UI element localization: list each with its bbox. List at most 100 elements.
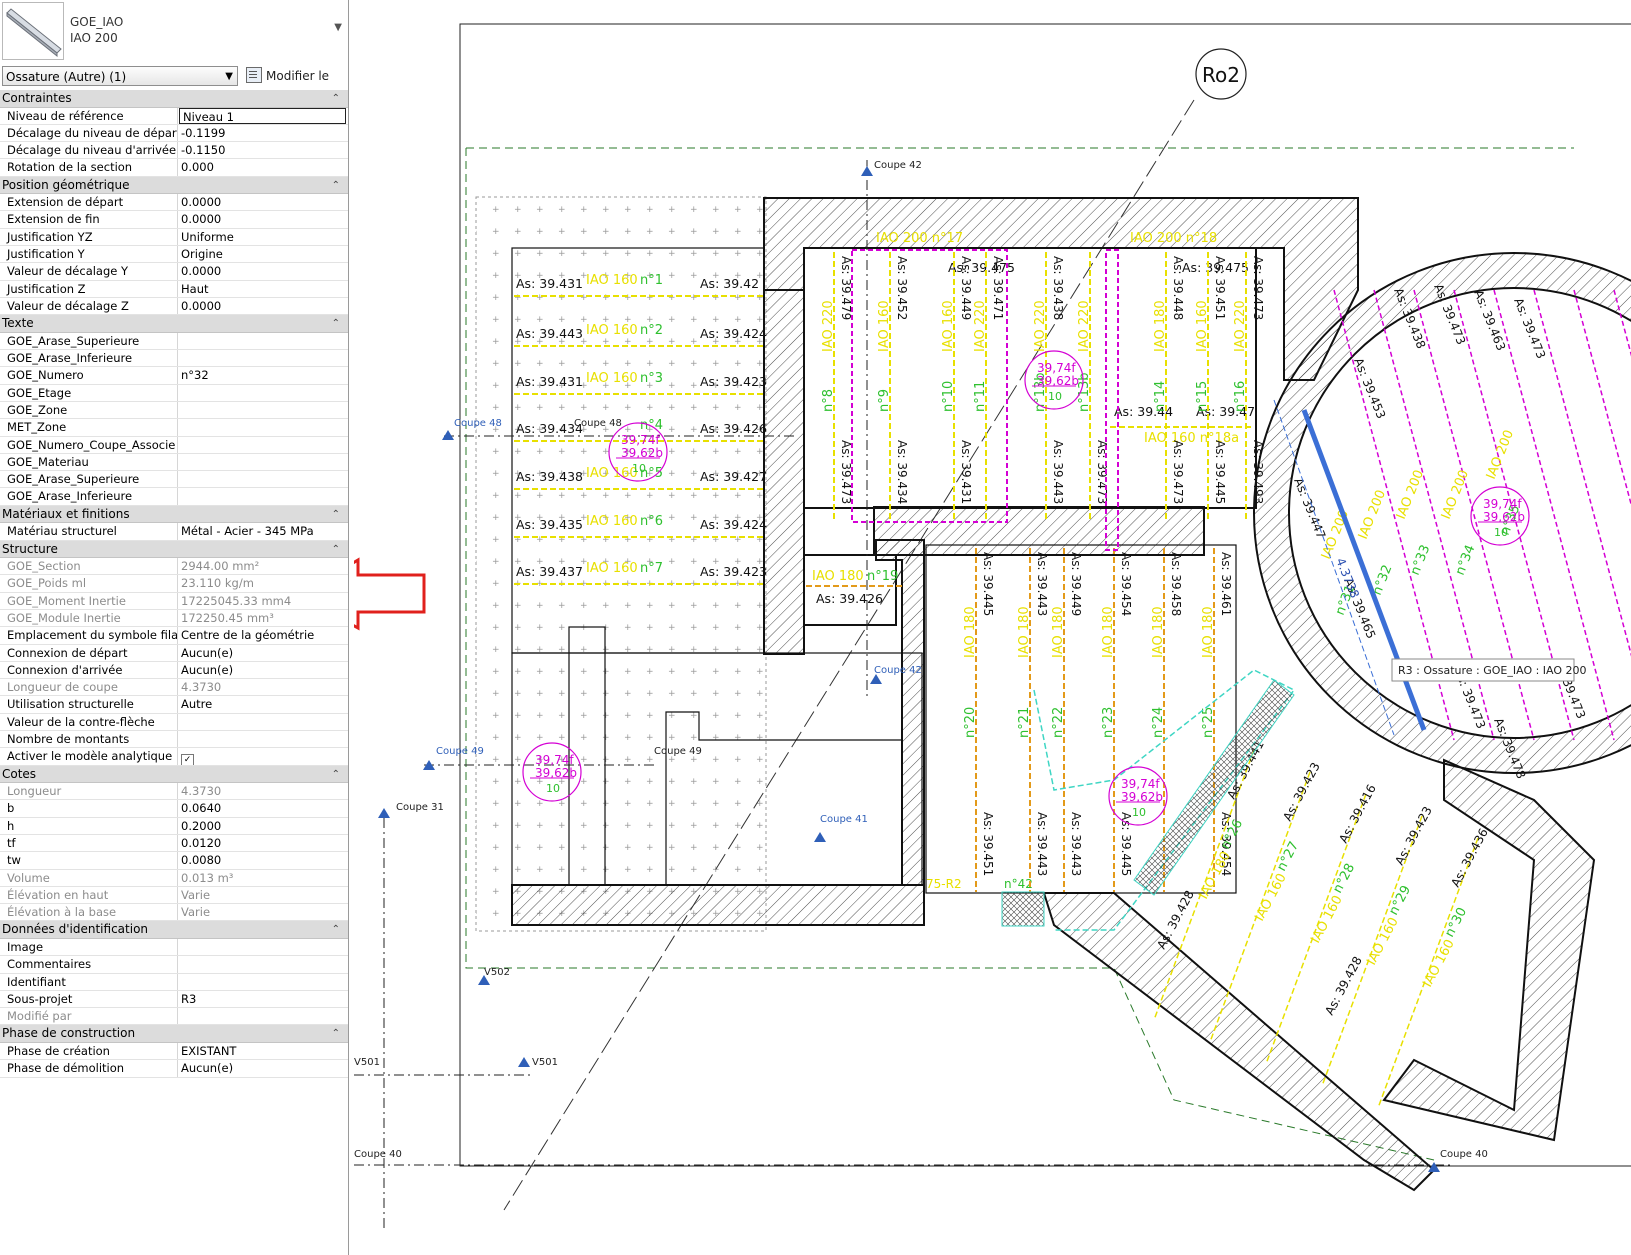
property-value[interactable]: Haut — [178, 281, 348, 297]
group-header[interactable]: Phase de construction ⌃ — [0, 1025, 348, 1043]
property-value[interactable]: 0.0080 — [178, 852, 348, 868]
group-header[interactable]: Texte ⌃ — [0, 315, 348, 333]
property-value[interactable]: Aucun(e) — [178, 645, 348, 661]
property-value[interactable] — [178, 454, 348, 470]
section-arrow-icon[interactable] — [861, 166, 873, 176]
property-value[interactable] — [178, 731, 348, 747]
property-value[interactable]: -0.1150 — [178, 142, 348, 158]
property-value: 172250.45 mm³ — [181, 610, 274, 625]
property-value[interactable]: 0.0000 — [178, 194, 348, 210]
collapse-icon[interactable]: ⌃ — [332, 766, 340, 783]
property-value[interactable]: Métal - Acier - 345 MPa — [178, 523, 348, 539]
group-header[interactable]: Cotes ⌃ — [0, 765, 348, 784]
property-value[interactable] — [178, 385, 348, 401]
group-title: Matériaux et finitions — [2, 506, 130, 521]
group-title: Données d'identification — [2, 922, 149, 937]
section-arrow-icon[interactable] — [378, 808, 390, 818]
collapse-icon[interactable]: ⌃ — [332, 541, 340, 558]
property-value[interactable] — [178, 939, 348, 955]
type-selector[interactable]: GOE_IAO IAO 200 ▼ — [0, 0, 348, 62]
property-row: GOE_Arase_Inferieure — [0, 350, 348, 368]
collapse-icon[interactable]: ⌃ — [332, 1025, 340, 1042]
instance-filter-label: Ossature (Autre) (1) — [6, 70, 127, 84]
section-arrow-icon[interactable] — [442, 430, 454, 440]
property-value[interactable] — [178, 402, 348, 418]
property-value[interactable] — [178, 488, 348, 504]
property-value[interactable]: Aucun(e) — [178, 662, 348, 678]
property-label: h — [0, 817, 178, 834]
property-value[interactable]: 0.2000 — [178, 818, 348, 834]
collapse-icon[interactable]: ⌃ — [332, 921, 340, 938]
property-value[interactable]: 0.0000 — [178, 263, 348, 279]
misc-label: 75-R2 — [926, 877, 962, 891]
joist-level-top: As: 39.454 — [1119, 552, 1133, 616]
property-value[interactable]: 0.0000 — [178, 211, 348, 227]
property-value[interactable]: 0.000 — [178, 159, 348, 175]
property-value[interactable]: -0.1199 — [178, 125, 348, 141]
property-row: Longueur de coupe 4.3730 — [0, 679, 348, 697]
property-value[interactable] — [178, 471, 348, 487]
edit-type-button[interactable]: Modifier le type — [246, 66, 348, 103]
property-label: Rotation de la section — [0, 159, 178, 176]
joist-level-bottom: As: 39.443 — [1051, 440, 1065, 504]
joist-level-bottom: As: 39.473 — [1171, 440, 1185, 504]
property-value[interactable] — [178, 956, 348, 972]
property-value[interactable] — [178, 350, 348, 366]
property-row: Extension de départ 0.0000 — [0, 194, 348, 212]
property-label: Décalage du niveau d'arrivée — [0, 142, 178, 159]
joist-type-label: IAO 220 — [1033, 300, 1048, 352]
property-value[interactable] — [178, 714, 348, 730]
collapse-icon[interactable]: ⌃ — [332, 177, 340, 194]
property-value[interactable]: R3 — [178, 991, 348, 1007]
property-label: GOE_Arase_Superieure — [0, 471, 178, 488]
property-value[interactable]: Centre de la géométrie — [178, 627, 348, 643]
property-value[interactable]: 0.0000 — [178, 298, 348, 314]
collapse-icon[interactable]: ⌃ — [332, 315, 340, 332]
property-value[interactable]: n°32 — [178, 367, 348, 383]
section-arrow-icon[interactable] — [814, 832, 826, 842]
property-row: Utilisation structurelle Autre — [0, 696, 348, 714]
group-header[interactable]: Position géométrique ⌃ — [0, 176, 348, 195]
property-value[interactable] — [178, 974, 348, 990]
property-value[interactable]: 0.0120 — [178, 835, 348, 851]
group-header[interactable]: Données d'identification ⌃ — [0, 921, 348, 939]
property-value[interactable]: Uniforme — [178, 229, 348, 245]
joist-number: n°19 — [867, 569, 898, 584]
property-row: Modifié par — [0, 1008, 348, 1026]
group-header[interactable]: Matériaux et finitions ⌃ — [0, 505, 348, 524]
section-arrow-icon[interactable] — [518, 1057, 530, 1067]
property-value[interactable]: Origine — [178, 246, 348, 262]
joist-type-label: IAO 160 — [1195, 300, 1210, 352]
property-checkbox-cell[interactable]: ✓ — [178, 748, 348, 765]
property-value[interactable] — [178, 419, 348, 435]
section-label: Coupe 42 — [874, 665, 922, 676]
property-label: Connexion de départ — [0, 644, 178, 661]
property-value[interactable]: Autre — [178, 696, 348, 712]
property-value[interactable] — [178, 333, 348, 349]
checkbox-checked-icon[interactable]: ✓ — [181, 754, 194, 765]
property-row: Justification Z Haut — [0, 280, 348, 298]
drawing-canvas[interactable]: + Ro2 As: 39.431IAO 160n°1As: 39.42As: 3… — [354, 0, 1631, 1255]
joist-number: n°16 — [1233, 381, 1248, 412]
property-value[interactable]: 0.0640 — [178, 800, 348, 816]
instance-filter-dropdown[interactable]: Ossature (Autre) (1) ▼ — [2, 66, 238, 86]
section-label: Coupe 48 — [454, 418, 502, 429]
section-label: Coupe 48 — [574, 418, 622, 429]
joist-level-bottom: As: 39.451 — [981, 812, 995, 876]
collapse-icon[interactable]: ⌃ — [332, 506, 340, 523]
group-header[interactable]: Contraintes ⌃ — [0, 90, 348, 108]
property-row: Connexion d'arrivée Aucun(e) — [0, 661, 348, 680]
group-header[interactable]: Structure ⌃ — [0, 540, 348, 559]
property-value[interactable] — [178, 437, 348, 453]
property-label: Décalage du niveau de départ — [0, 124, 178, 142]
chevron-down-icon[interactable]: ▼ — [334, 22, 342, 33]
property-value[interactable]: Aucun(e) — [178, 1060, 348, 1076]
property-label: Élévation à la base — [0, 904, 178, 921]
collapse-icon[interactable]: ⌃ — [332, 90, 340, 107]
property-row: b 0.0640 — [0, 800, 348, 818]
property-value[interactable]: EXISTANT — [178, 1043, 348, 1059]
level-top: 39,74f — [1483, 497, 1522, 511]
property-value[interactable]: Niveau 1 — [179, 107, 346, 124]
property-label: Justification YZ — [0, 228, 178, 246]
joist-number: n°15 — [1195, 381, 1210, 412]
